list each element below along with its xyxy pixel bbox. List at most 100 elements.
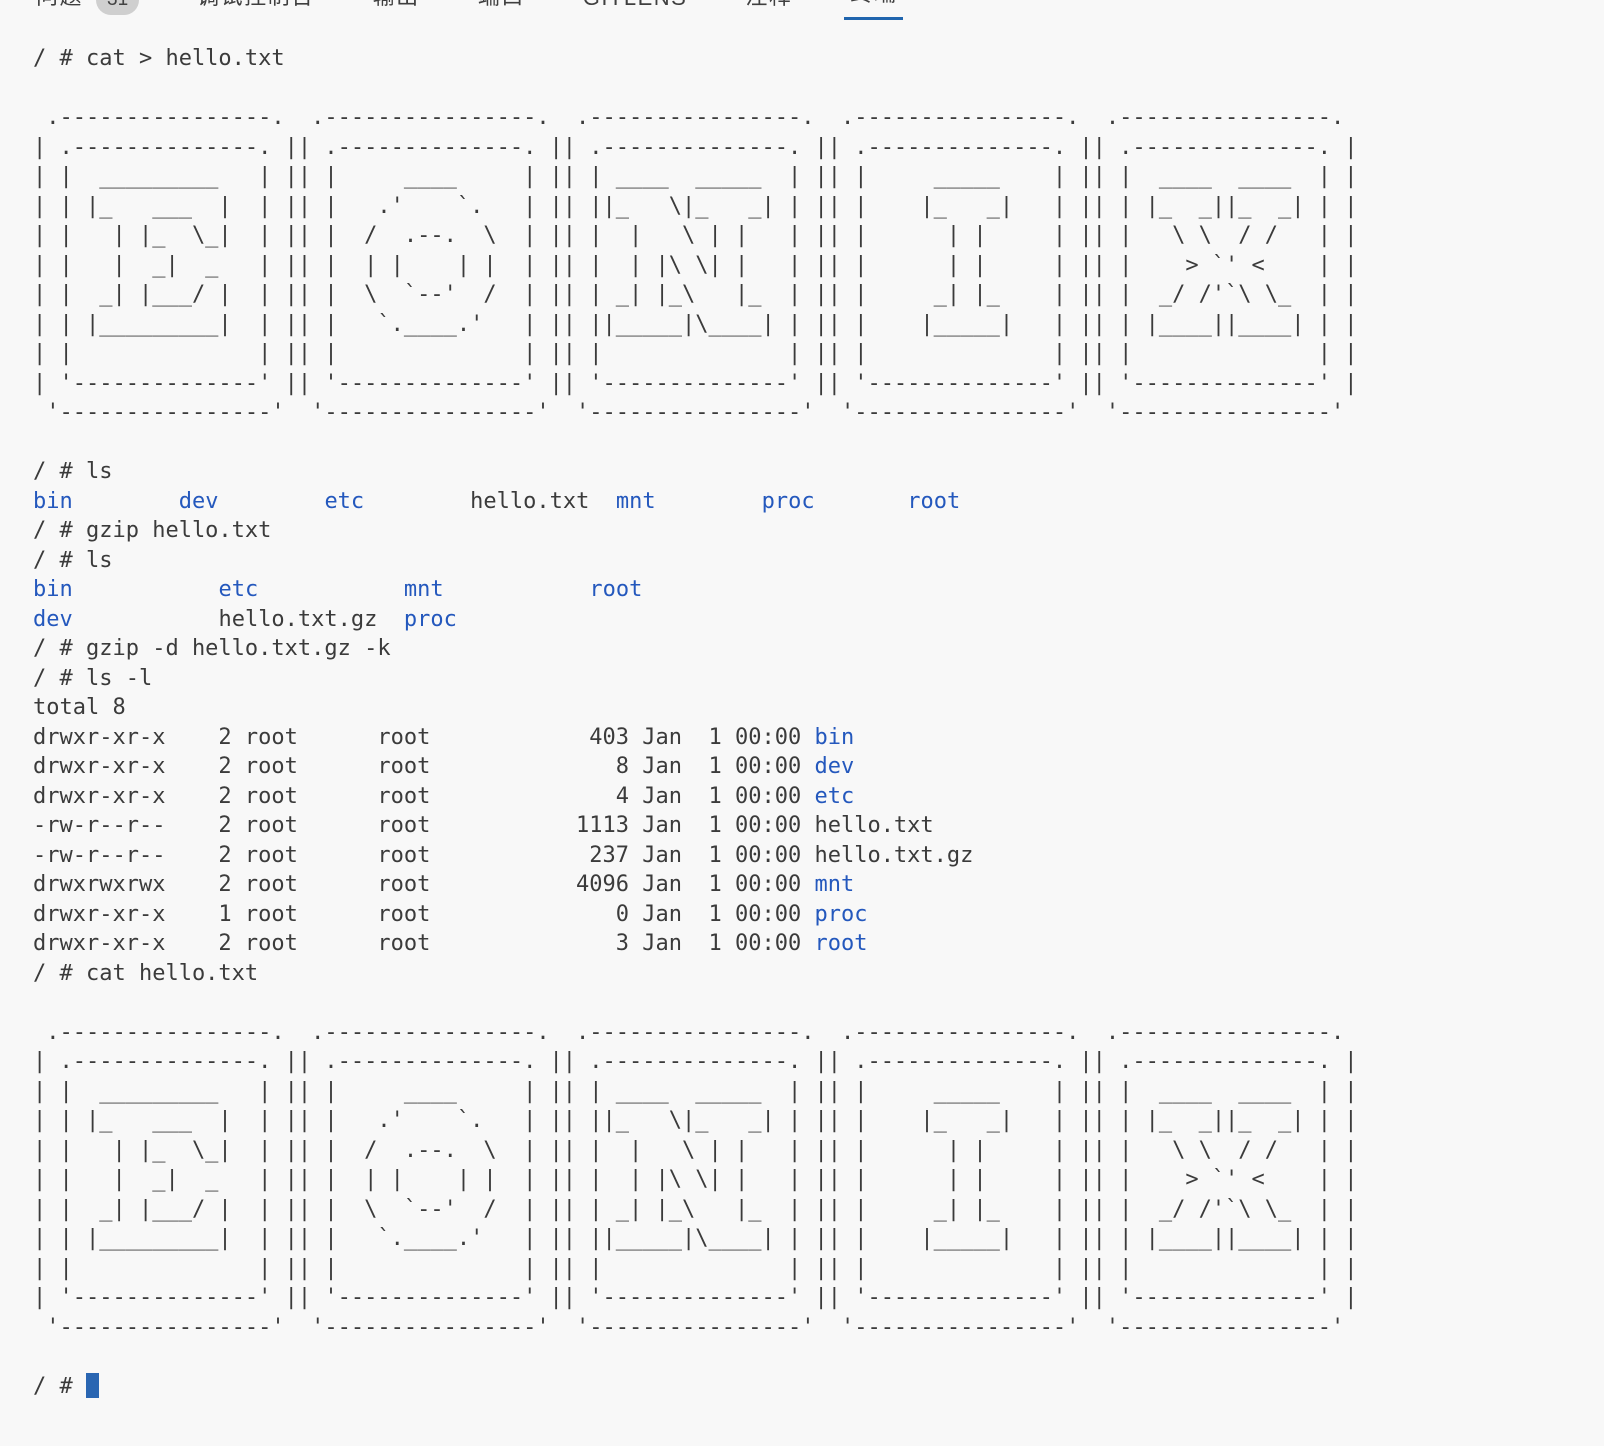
terminal-line-ascii-art: | '--------------' || '--------------' |… [33, 369, 1604, 399]
file-name-blue: root [814, 931, 867, 956]
terminal-text: | '--------------' || '--------------' |… [33, 371, 1358, 396]
terminal-line-ascii-art: | | _| |___/ | | || | \ `--' / | || | _|… [33, 1195, 1604, 1225]
problems-count-badge: 31 [96, 0, 139, 15]
file-name-blue: proc [762, 489, 815, 514]
terminal-text: hello.txt [470, 489, 589, 514]
terminal-line-ascii-art: | .--------------. || .--------------. |… [33, 1047, 1604, 1077]
file-name-blue: etc [814, 784, 854, 809]
tab-label: 输出 [373, 0, 420, 11]
file-name-blue: dev [33, 607, 73, 632]
terminal-text: | .--------------. || .--------------. |… [33, 135, 1358, 160]
terminal-line: drwxr-xr-x 2 root root 4 Jan 1 00:00 etc [33, 782, 1604, 812]
terminal-text [73, 577, 219, 602]
file-name-blue: mnt [616, 489, 656, 514]
terminal-line-ascii-art: | | | || | | || | | || | | || | | | [33, 339, 1604, 369]
tab-debug-console[interactable]: 调试控制台 [191, 0, 321, 20]
terminal-text: drwxr-xr-x 2 root root 3 Jan 1 00:00 [33, 931, 814, 956]
terminal-text: | | |_ ___ | | || | .' `. | || ||_ \|_ _… [33, 1108, 1358, 1133]
terminal-text: | | _________ | || | ____ | || | ____ __… [33, 164, 1358, 189]
terminal-line-ascii-art: .----------------. .----------------. .-… [33, 1018, 1604, 1048]
terminal-text: / # cat hello.txt [33, 961, 258, 986]
terminal-line-ascii-art: | | |_________| | || | `.____.' | || ||_… [33, 310, 1604, 340]
terminal-line: total 8 [33, 693, 1604, 723]
terminal-text: / # gzip hello.txt [33, 518, 271, 543]
terminal-line: / # ls [33, 546, 1604, 576]
terminal-text [589, 489, 616, 514]
tab-terminal[interactable]: 终端 [844, 0, 903, 20]
terminal-line-ascii-art: | | _________ | || | ____ | || | ____ __… [33, 1077, 1604, 1107]
terminal-line-ascii-art: '----------------' '----------------' '-… [33, 1313, 1604, 1343]
terminal-line-ascii-art: | | |_ ___ | | || | .' `. | || ||_ \|_ _… [33, 192, 1604, 222]
file-name-blue: mnt [814, 872, 854, 897]
tab-label: 调试控制台 [197, 0, 315, 11]
terminal-text: / # cat > hello.txt [33, 46, 285, 71]
terminal-text: -rw-r--r-- 2 root root 1113 Jan 1 00:00 … [33, 813, 934, 838]
terminal-text [258, 577, 404, 602]
panel-tabs: 问题31 调试控制台 输出 端口 GITLENS 注释 终端 [30, 0, 949, 20]
terminal-line: / # gzip hello.txt [33, 516, 1604, 546]
terminal-text: | | _| |___/ | | || | \ `--' / | || | _|… [33, 1197, 1358, 1222]
terminal-line-ascii-art: | | |_ ___ | | || | .' `. | || ||_ \|_ _… [33, 1106, 1604, 1136]
terminal-text [656, 489, 762, 514]
terminal-line: / # ls -l [33, 664, 1604, 694]
terminal-output: / # cat > hello.txt .----------------. .… [33, 44, 1604, 1401]
terminal-line: drwxr-xr-x 2 root root 3 Jan 1 00:00 roo… [33, 929, 1604, 959]
tab-label: GITLENS [583, 0, 688, 11]
tab-gitlens[interactable]: GITLENS [577, 0, 694, 20]
file-name-blue: dev [179, 489, 219, 514]
terminal-text: | | | |_ \_| | || | / .--. \ | || | | \ … [33, 1138, 1358, 1163]
tab-ports[interactable]: 端口 [472, 0, 531, 20]
tab-problems[interactable]: 问题31 [30, 0, 145, 20]
terminal-line: / # ls [33, 457, 1604, 487]
tab-label: 终端 [850, 0, 897, 8]
terminal-line: / # gzip -d hello.txt.gz -k [33, 634, 1604, 664]
file-name-blue: bin [814, 725, 854, 750]
terminal-line-ascii-art: | '--------------' || '--------------' |… [33, 1283, 1604, 1313]
terminal-line-ascii-art: | | |_________| | || | `.____.' | || ||_… [33, 1224, 1604, 1254]
terminal-line-ascii-art: .----------------. .----------------. .-… [33, 103, 1604, 133]
terminal-text: | | |_ ___ | | || | .' `. | || ||_ \|_ _… [33, 194, 1358, 219]
vscode-bottom-panel: 问题31调试控制台输出端口GITLENS注释终端 / # cat > hello… [0, 0, 1604, 22]
terminal-line: -rw-r--r-- 2 root root 1113 Jan 1 00:00 … [33, 811, 1604, 841]
terminal-text [218, 489, 324, 514]
tab-label: 端口 [478, 0, 525, 11]
terminal-text: / # gzip -d hello.txt.gz -k [33, 636, 391, 661]
terminal-text: '----------------' '----------------' '-… [33, 1315, 1358, 1340]
terminal-text: .----------------. .----------------. .-… [33, 105, 1358, 130]
file-name-blue: mnt [404, 577, 444, 602]
terminal-text: / # ls [33, 459, 112, 484]
terminal-text [364, 489, 470, 514]
terminal-text [444, 577, 590, 602]
terminal-text: | | | |_ \_| | || | / .--. \ | || | | \ … [33, 223, 1358, 248]
terminal[interactable]: / # cat > hello.txt .----------------. .… [33, 44, 1604, 1446]
terminal-text: | | |_________| | || | `.____.' | || ||_… [33, 312, 1358, 337]
terminal-line-ascii-art: | | | |_ \_| | || | / .--. \ | || | | \ … [33, 1136, 1604, 1166]
terminal-line-ascii-art: | | | || | | || | | || | | || | | | [33, 1254, 1604, 1284]
file-name-blue: etc [218, 577, 258, 602]
terminal-text: | | | || | | || | | || | | || | | | [33, 341, 1358, 366]
terminal-text: | .--------------. || .--------------. |… [33, 1049, 1358, 1074]
terminal-line: drwxr-xr-x 1 root root 0 Jan 1 00:00 pro… [33, 900, 1604, 930]
panel-tab-bar: 问题31 调试控制台 输出 端口 GITLENS 注释 终端 [0, 0, 1604, 22]
terminal-text: | | | _| _ | || | | | | | | || | | |\ \|… [33, 1167, 1358, 1192]
terminal-line: / # [33, 1372, 1604, 1402]
terminal-text [73, 489, 179, 514]
terminal-line: drwxr-xr-x 2 root root 8 Jan 1 00:00 dev [33, 752, 1604, 782]
terminal-line-ascii-art: | | | _| _ | || | | | | | | || | | |\ \|… [33, 251, 1604, 281]
terminal-text: .----------------. .----------------. .-… [33, 1020, 1358, 1045]
terminal-line-ascii-art: | | _________ | || | ____ | || | ____ __… [33, 162, 1604, 192]
terminal-text [73, 607, 219, 632]
tab-comments[interactable]: 注释 [739, 0, 798, 20]
file-name-blue: etc [324, 489, 364, 514]
terminal-text [815, 489, 908, 514]
terminal-text: | | | || | | || | | || | | || | | | [33, 1256, 1358, 1281]
terminal-line: drwxr-xr-x 2 root root 403 Jan 1 00:00 b… [33, 723, 1604, 753]
terminal-line: / # cat hello.txt [33, 959, 1604, 989]
file-name-blue: root [589, 577, 642, 602]
terminal-text: drwxr-xr-x 2 root root 8 Jan 1 00:00 [33, 754, 814, 779]
file-name-blue: root [907, 489, 960, 514]
tab-output[interactable]: 输出 [367, 0, 426, 20]
file-name-blue: proc [404, 607, 457, 632]
terminal-text: -rw-r--r-- 2 root root 237 Jan 1 00:00 h… [33, 843, 973, 868]
terminal-text: total 8 [33, 695, 126, 720]
